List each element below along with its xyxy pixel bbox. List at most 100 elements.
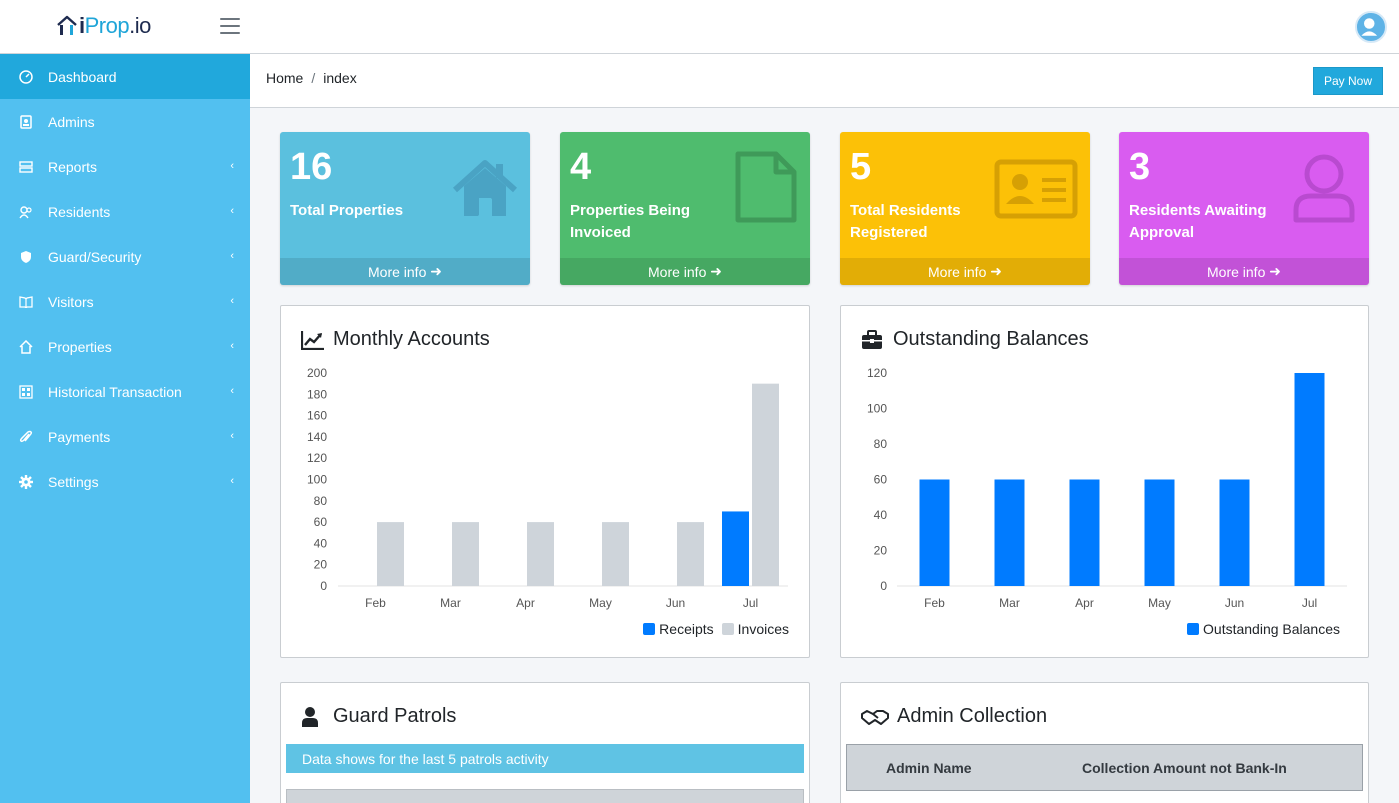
sidebar-item-guard-security[interactable]: Guard/Security ‹ (0, 234, 250, 279)
sidebar-item-label: Payments (48, 428, 111, 445)
sidebar-item-label: Properties (48, 338, 112, 355)
sidebar-item-dashboard[interactable]: Dashboard (0, 54, 250, 99)
y-tick-label: 100 (867, 402, 887, 416)
x-tick-label: Apr (1075, 596, 1094, 610)
y-tick-label: 120 (307, 451, 327, 465)
gear-icon (18, 474, 34, 490)
sidebar-item-label: Settings (48, 473, 99, 490)
legend-swatch-invoices (721, 623, 734, 635)
more-info-label: More info (1207, 263, 1266, 280)
sidebar-item-label: Residents (48, 203, 111, 220)
bar-invoices-may[interactable] (602, 522, 629, 586)
bar-invoices-feb[interactable] (377, 522, 404, 586)
sidebar-item-admins[interactable]: Admins (0, 99, 250, 144)
stat-card-residents-registered: 5 Total Residents Registered More info ➜ (840, 132, 1090, 285)
chevron-left-icon: ‹ (230, 340, 234, 352)
dashboard-gauge-icon (18, 69, 34, 85)
sidebar-item-label: Visitors (48, 293, 94, 310)
y-tick-label: 80 (874, 437, 888, 451)
top-navbar: iProp.io (0, 0, 1399, 54)
book-icon (18, 294, 34, 310)
chevron-left-icon: ‹ (230, 475, 234, 487)
bar-invoices-apr[interactable] (527, 522, 554, 586)
monthly-accounts-chart: 0 20 40 60 80 100 120 140 160 180 200 Feb Mar Apr May J… (307, 366, 788, 610)
y-tick-label: 0 (320, 579, 327, 593)
sidebar-item-label: Admins (48, 113, 95, 130)
stat-label: Properties Being Invoiced (570, 202, 691, 241)
y-tick-label: 80 (314, 494, 328, 508)
sidebar-item-label: Dashboard (48, 68, 117, 85)
column-header-admin-name[interactable]: Admin Name (886, 760, 972, 776)
y-tick-label: 100 (307, 473, 327, 487)
legend-swatch-outstanding (1187, 623, 1200, 635)
avatar-user-icon (1357, 13, 1382, 38)
bar-invoices-jul[interactable] (752, 383, 779, 586)
arrow-circle-right-icon: ➜ (1269, 263, 1281, 279)
chevron-left-icon: ‹ (230, 205, 234, 217)
user-avatar[interactable] (1355, 11, 1387, 43)
arrow-circle-right-icon: ➜ (430, 263, 442, 279)
bar-outstanding-balances-jun[interactable] (1219, 479, 1250, 587)
bar-outstanding-balances-may[interactable] (1144, 479, 1175, 587)
paperclip-icon (18, 429, 34, 445)
outstanding-balances-panel: Outstanding Balances 0 20 40 60 80 100 120 Feb M… (840, 305, 1369, 658)
menu-toggle-icon[interactable] (220, 18, 240, 36)
bar-outstanding-balances-feb[interactable] (919, 479, 950, 587)
bar-invoices-mar[interactable] (452, 522, 479, 586)
sidebar-item-visitors[interactable]: Visitors ‹ (0, 279, 250, 324)
legend-swatch-receipts (643, 623, 656, 635)
more-info-label: More info (648, 263, 707, 280)
patrols-info-bar: Data shows for the last 5 patrols activi… (286, 744, 804, 773)
bar-invoices-jun[interactable] (677, 522, 704, 586)
stat-value: 4 (570, 146, 592, 188)
chevron-left-icon: ‹ (230, 160, 234, 172)
sidebar: Dashboard Admins Reports ‹ Residents ‹ Guard/S… (0, 54, 250, 803)
sidebar-item-reports[interactable]: Reports ‹ (0, 144, 250, 189)
chevron-left-icon: ‹ (230, 430, 234, 442)
stat-label: Residents Awaiting Approval (1129, 202, 1267, 241)
bar-receipts-jul[interactable] (722, 511, 749, 586)
legend-label-receipts: Receipts (659, 621, 714, 637)
sidebar-item-label: Guard/Security (48, 248, 142, 265)
more-info-link[interactable]: More info ➜ (560, 258, 810, 285)
app-logo[interactable]: iProp.io (56, 12, 151, 40)
pay-now-button[interactable]: Pay Now (1312, 67, 1383, 95)
sidebar-item-settings[interactable]: Settings ‹ (0, 459, 250, 504)
more-info-label: More info (368, 263, 427, 280)
bar-outstanding-balances-apr[interactable] (1069, 479, 1100, 587)
sidebar-item-properties[interactable]: Properties ‹ (0, 324, 250, 369)
x-tick-label: May (1148, 596, 1171, 610)
sidebar-item-label: Reports (48, 158, 98, 175)
bar-outstanding-balances-jul[interactable] (1294, 373, 1325, 586)
y-tick-label: 120 (867, 366, 887, 380)
sidebar-item-residents[interactable]: Residents ‹ (0, 189, 250, 234)
logo-house-icon (57, 15, 77, 35)
y-tick-label: 20 (314, 558, 328, 572)
x-tick-label: Feb (365, 596, 386, 610)
sidebar-item-label: Historical Transaction (48, 383, 182, 400)
bar-outstanding-balances-mar[interactable] (994, 479, 1025, 587)
more-info-label: More info (928, 263, 987, 280)
y-tick-label: 40 (314, 536, 328, 550)
y-tick-label: 60 (314, 515, 328, 529)
breadcrumb-separator: / (311, 70, 316, 86)
arrow-circle-right-icon: ➜ (710, 263, 722, 279)
server-icon (18, 159, 34, 175)
breadcrumb: Home / index (266, 70, 357, 86)
y-tick-label: 140 (307, 430, 327, 444)
breadcrumb-home-link[interactable]: Home (266, 70, 303, 86)
x-tick-label: Mar (999, 596, 1020, 610)
more-info-link[interactable]: More info ➜ (1119, 258, 1369, 285)
user-icon (301, 706, 325, 728)
more-info-link[interactable]: More info ➜ (280, 258, 530, 285)
sidebar-item-historical-transaction[interactable]: Historical Transaction ‹ (0, 369, 250, 414)
column-header-collection-amount[interactable]: Collection Amount not Bank-In (1082, 760, 1287, 776)
sidebar-item-payments[interactable]: Payments ‹ (0, 414, 250, 459)
x-tick-label: Feb (924, 596, 945, 610)
id-card-icon (994, 159, 1078, 219)
more-info-link[interactable]: More info ➜ (840, 258, 1090, 285)
id-badge-icon (18, 114, 34, 130)
y-tick-label: 0 (880, 579, 887, 593)
user-icon (1293, 154, 1355, 223)
arrow-circle-right-icon: ➜ (990, 263, 1002, 279)
